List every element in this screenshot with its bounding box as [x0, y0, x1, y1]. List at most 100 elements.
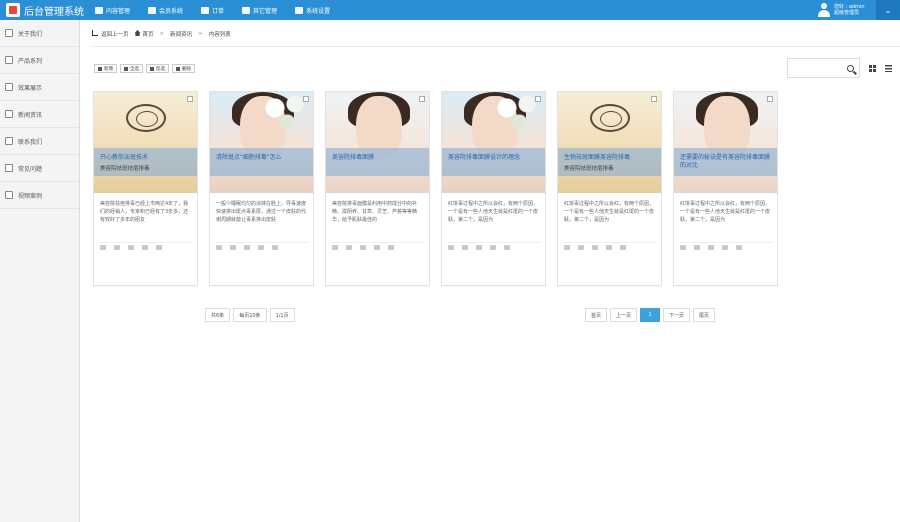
nav-member-system[interactable]: 会员系统	[139, 0, 192, 20]
breadcrumb-section[interactable]: 新闻资讯	[170, 30, 192, 38]
card-checkbox[interactable]	[535, 96, 541, 102]
edit-icon[interactable]	[346, 245, 352, 250]
nav-other-management[interactable]: 其它管理	[233, 0, 286, 20]
card-checkbox[interactable]	[187, 96, 193, 102]
card-checkbox[interactable]	[419, 96, 425, 102]
plus-icon	[98, 66, 102, 71]
cube-logo-icon	[6, 3, 20, 17]
view-icon[interactable]	[332, 245, 338, 250]
brand-emblem-icon	[126, 104, 166, 132]
edit-icon[interactable]	[462, 245, 468, 250]
back-arrow-icon	[92, 30, 98, 36]
news-card[interactable]: 美容院排毒面膜设计的理念 红饼毒过程中之所以会红，有两个原因，一个是有一些人他天…	[441, 91, 546, 286]
search-button[interactable]	[841, 59, 859, 77]
sidebar-item-products[interactable]: 产品系列	[0, 47, 79, 74]
select-all-button[interactable]: 全选	[120, 64, 143, 73]
news-card[interactable]: 还需要的秘诀是有美容院排毒面膜的对比 红饼毒过程中之所以会红，有两个原因，一个是…	[673, 91, 778, 286]
copy-icon[interactable]	[606, 245, 612, 250]
order-icon	[201, 6, 210, 14]
card-actions	[680, 242, 773, 252]
move-icon[interactable]	[592, 245, 598, 250]
move-icon[interactable]	[244, 245, 250, 250]
edit-icon[interactable]	[114, 245, 120, 250]
nav-orders[interactable]: 订单	[192, 0, 233, 20]
back-link[interactable]: 返回上一页	[92, 30, 129, 38]
search-icon	[846, 64, 854, 72]
view-icon[interactable]	[100, 245, 106, 250]
nav-content-management[interactable]: 内容管理	[86, 0, 139, 20]
first-page-button[interactable]: 首页	[585, 308, 608, 322]
copy-icon[interactable]	[374, 245, 380, 250]
prev-page-button[interactable]: 上一页	[610, 308, 638, 322]
view-icon[interactable]	[216, 245, 222, 250]
nav-label: 其它管理	[253, 7, 278, 15]
sidebar-item-label: 关于我们	[18, 30, 43, 38]
main-content: 返回上一页 首页 > 新闻资讯 > 内容列表 新增 全选 反选 删除 开心教你淡…	[80, 20, 900, 522]
card-checkbox[interactable]	[303, 96, 309, 102]
nav-label: 会员系统	[159, 7, 184, 15]
sidebar-item-about[interactable]: 关于我们	[0, 20, 79, 47]
chevron-down-icon[interactable]: ⌄	[876, 0, 900, 20]
sidebar-item-faq[interactable]: 常见问题	[0, 155, 79, 182]
more-icon[interactable]	[388, 245, 394, 250]
more-icon[interactable]	[736, 245, 742, 250]
caption-band	[442, 148, 545, 176]
card-thumbnail[interactable]: 清除斑点"细胞排毒"怎么	[210, 92, 313, 193]
sidebar-item-news[interactable]: 新闻资讯	[0, 101, 79, 128]
card-title: 生物祛斑面膜美容院排毒	[564, 154, 631, 161]
sidebar-item-showcase[interactable]: 效果展示	[0, 74, 79, 101]
more-icon[interactable]	[272, 245, 278, 250]
list-icon	[884, 64, 892, 72]
more-icon[interactable]	[156, 245, 162, 250]
move-icon[interactable]	[360, 245, 366, 250]
breadcrumb-current: 内容列表	[208, 32, 231, 38]
edit-icon[interactable]	[578, 245, 584, 250]
card-actions	[448, 242, 541, 252]
invert-selection-button[interactable]: 反选	[146, 64, 169, 73]
copy-icon[interactable]	[722, 245, 728, 250]
news-card[interactable]: 美容院排毒面膜 美容院排毒面膜是利用中药成分中的补精、滋阴养、甘草、灵芝、芦荟等…	[325, 91, 430, 286]
last-page-button[interactable]: 尾页	[693, 308, 716, 322]
current-page-button[interactable]: 1	[640, 308, 661, 322]
move-icon[interactable]	[476, 245, 482, 250]
news-card[interactable]: 生物祛斑面膜美容院排毒 美容院祛斑祛痘排毒 红饼毒过程中之所以会红，有两个原因，…	[557, 91, 662, 286]
view-icon[interactable]	[448, 245, 454, 250]
copy-icon[interactable]	[490, 245, 496, 250]
move-icon[interactable]	[128, 245, 134, 250]
card-title: 美容院排毒面膜	[332, 154, 375, 161]
home-link[interactable]: 首页	[134, 30, 154, 38]
grid-view-button[interactable]	[864, 60, 880, 76]
card-actions	[564, 242, 657, 252]
view-icon[interactable]	[680, 245, 686, 250]
card-description: 美容院排毒面膜是利用中药成分中的补精、滋阴养、甘草、灵芝、芦荟等等精华，给予肌肤…	[332, 201, 418, 223]
view-icon[interactable]	[564, 245, 570, 250]
list-view-button[interactable]	[880, 60, 896, 76]
card-checkbox[interactable]	[651, 96, 657, 102]
more-icon[interactable]	[504, 245, 510, 250]
move-icon[interactable]	[708, 245, 714, 250]
news-card[interactable]: 开心教你淡斑技术 美容院祛斑祛痘排毒 美容院祛痘排毒已经上市两达4年了，我们的经…	[93, 91, 198, 286]
card-thumbnail[interactable]: 美容院排毒面膜设计的理念	[442, 92, 545, 193]
copy-icon[interactable]	[258, 245, 264, 250]
sidebar-item-contact[interactable]: 联系我们	[0, 128, 79, 155]
next-page-button[interactable]: 下一页	[663, 308, 691, 322]
user-menu[interactable]: 您好 : admin 超级管理员 ⌄	[818, 0, 900, 20]
sidebar-item-video[interactable]: 视频案例	[0, 182, 79, 209]
card-thumbnail[interactable]: 美容院排毒面膜	[326, 92, 429, 193]
edit-icon[interactable]	[230, 245, 236, 250]
edit-icon[interactable]	[694, 245, 700, 250]
news-card[interactable]: 清除斑点"细胞排毒"怎么 一般少睡眠均匀的涂抹在脸上，导毒速度快速排出斑点毒素层…	[209, 91, 314, 286]
card-checkbox[interactable]	[767, 96, 773, 102]
nav-system-settings[interactable]: 系统设置	[286, 0, 339, 20]
more-icon[interactable]	[620, 245, 626, 250]
invert-label: 反选	[156, 66, 165, 72]
card-thumbnail[interactable]: 还需要的秘诀是有美容院排毒面膜的对比	[674, 92, 777, 193]
delete-button[interactable]: 删除	[172, 64, 195, 73]
card-thumbnail[interactable]: 开心教你淡斑技术 美容院祛斑祛痘排毒	[94, 92, 197, 193]
card-description: 红饼毒过程中之所以会红，有两个原因，一个是有一些人他天生就是红斑的一个皮肤，第二…	[448, 201, 539, 223]
add-button[interactable]: 新增	[94, 64, 117, 73]
app-logo[interactable]: 后台管理系统	[0, 3, 86, 18]
card-thumbnail[interactable]: 生物祛斑面膜美容院排毒 美容院祛斑祛痘排毒	[558, 92, 661, 193]
copy-icon[interactable]	[142, 245, 148, 250]
card-description: 红饼毒过程中之所以会红，有两个原因，一个是有一些人他天生就是红斑的一个皮肤，第二…	[564, 201, 655, 223]
